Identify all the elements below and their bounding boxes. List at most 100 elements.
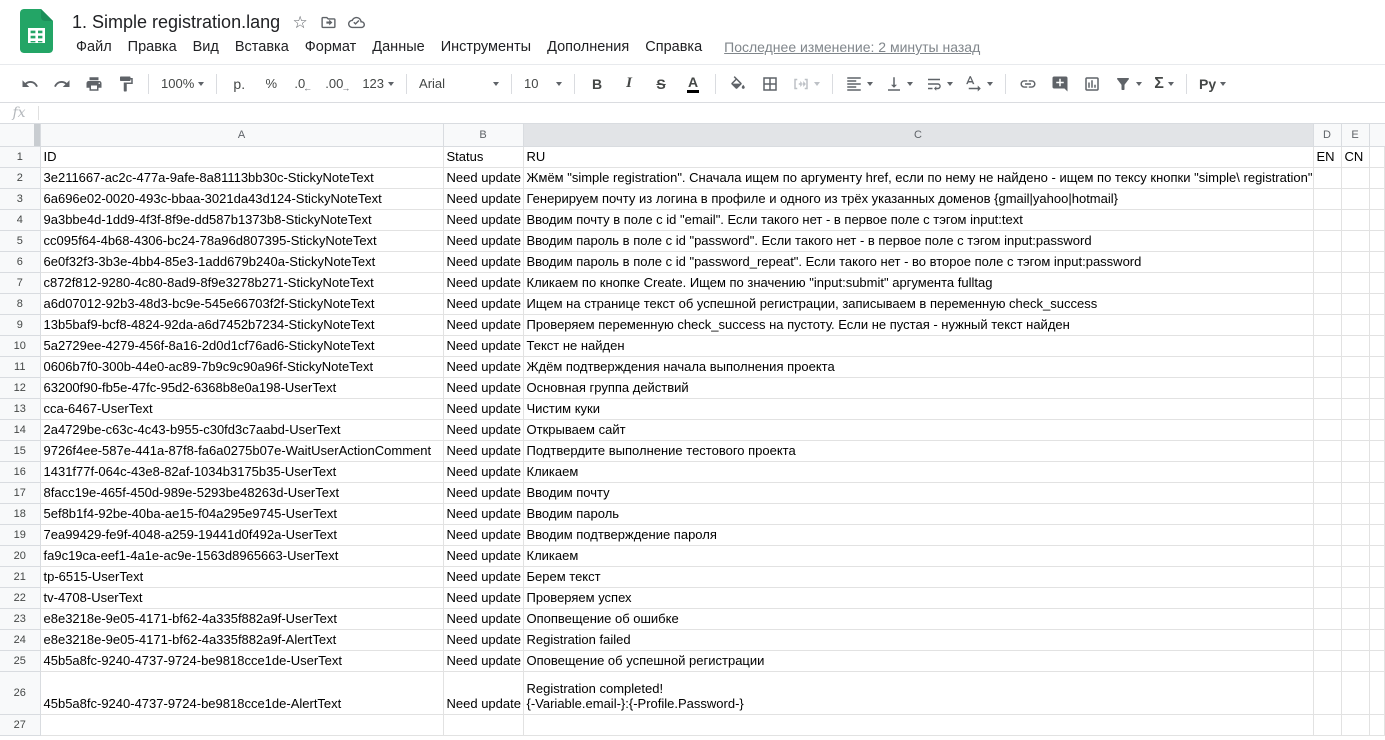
cell-B22[interactable]: Need update <box>443 587 523 608</box>
cell-F15[interactable] <box>1369 440 1385 461</box>
cell-B1[interactable]: Status <box>443 146 523 167</box>
cell-E16[interactable] <box>1341 461 1369 482</box>
cell-A7[interactable]: c872f812-9280-4c80-8ad9-8f9e3278b271-Sti… <box>40 272 443 293</box>
row-header-4[interactable]: 4 <box>0 209 40 230</box>
cell-A23[interactable]: e8e3218e-9e05-4171-bf62-4a335f882a9f-Use… <box>40 608 443 629</box>
sheets-logo-icon[interactable] <box>20 9 53 53</box>
cloud-saved-icon[interactable] <box>344 10 368 34</box>
cell-D17[interactable] <box>1313 482 1341 503</box>
cell-E21[interactable] <box>1341 566 1369 587</box>
cell-F16[interactable] <box>1369 461 1385 482</box>
cell-C27[interactable] <box>523 714 1313 735</box>
cell-C25[interactable]: Оповещение об успешной регистрации <box>523 650 1313 671</box>
column-header-C[interactable]: C <box>523 124 1313 146</box>
format-percent-button[interactable]: % <box>258 71 284 97</box>
decrease-decimal-button[interactable]: .0← <box>290 71 316 97</box>
insert-chart-button[interactable] <box>1079 71 1105 97</box>
horizontal-align-button[interactable] <box>842 71 876 97</box>
cell-A27[interactable] <box>40 714 443 735</box>
cell-F13[interactable] <box>1369 398 1385 419</box>
row-header-24[interactable]: 24 <box>0 629 40 650</box>
cell-F8[interactable] <box>1369 293 1385 314</box>
cell-A20[interactable]: fa9c19ca-eef1-4a1e-ac9e-1563d8965663-Use… <box>40 545 443 566</box>
cell-C2[interactable]: Жмём "simple registration". Сначала ищем… <box>523 167 1313 188</box>
cell-D10[interactable] <box>1313 335 1341 356</box>
font-family-select[interactable]: Arial <box>416 71 502 97</box>
cell-F23[interactable] <box>1369 608 1385 629</box>
strikethrough-button[interactable]: S <box>648 71 674 97</box>
more-formats-button[interactable]: 123 <box>359 71 397 97</box>
menu-item-Вставка[interactable]: Вставка <box>227 36 297 58</box>
bold-button[interactable]: B <box>584 71 610 97</box>
cell-A11[interactable]: 0606b7f0-300b-44e0-ac89-7b9c9c90a96f-Sti… <box>40 356 443 377</box>
last-edited-link[interactable]: Последнее изменение: 2 минуты назад <box>724 39 980 55</box>
cell-B27[interactable] <box>443 714 523 735</box>
formula-input[interactable] <box>39 103 1385 123</box>
row-header-18[interactable]: 18 <box>0 503 40 524</box>
cell-D19[interactable] <box>1313 524 1341 545</box>
cell-C13[interactable]: Чистим куки <box>523 398 1313 419</box>
cell-E23[interactable] <box>1341 608 1369 629</box>
column-header-B[interactable]: B <box>443 124 523 146</box>
cell-F17[interactable] <box>1369 482 1385 503</box>
select-all-corner[interactable] <box>0 124 40 146</box>
vertical-align-button[interactable] <box>882 71 916 97</box>
menu-item-Формат[interactable]: Формат <box>297 36 365 58</box>
input-tools-button[interactable]: Ру <box>1196 71 1229 97</box>
cell-F20[interactable] <box>1369 545 1385 566</box>
zoom-select[interactable]: 100% <box>158 71 207 97</box>
fill-color-button[interactable] <box>725 71 751 97</box>
cell-C14[interactable]: Открываем сайт <box>523 419 1313 440</box>
menu-item-Дополнения[interactable]: Дополнения <box>539 36 637 58</box>
cell-C7[interactable]: Кликаем по кнопке Create. Ищем по значен… <box>523 272 1313 293</box>
cell-B10[interactable]: Need update <box>443 335 523 356</box>
cell-C26[interactable]: Registration completed! {-Variable.email… <box>523 671 1313 714</box>
cell-F7[interactable] <box>1369 272 1385 293</box>
row-header-22[interactable]: 22 <box>0 587 40 608</box>
cell-F4[interactable] <box>1369 209 1385 230</box>
cell-F10[interactable] <box>1369 335 1385 356</box>
cell-F5[interactable] <box>1369 230 1385 251</box>
insert-link-button[interactable] <box>1015 71 1041 97</box>
cell-A24[interactable]: e8e3218e-9e05-4171-bf62-4a335f882a9f-Ale… <box>40 629 443 650</box>
cell-A18[interactable]: 5ef8b1f4-92be-40ba-ae15-f04a295e9745-Use… <box>40 503 443 524</box>
paint-format-button[interactable] <box>113 71 139 97</box>
cell-B2[interactable]: Need update <box>443 167 523 188</box>
cell-E8[interactable] <box>1341 293 1369 314</box>
cell-F11[interactable] <box>1369 356 1385 377</box>
cell-E18[interactable] <box>1341 503 1369 524</box>
cell-E19[interactable] <box>1341 524 1369 545</box>
cell-F25[interactable] <box>1369 650 1385 671</box>
cell-E1[interactable]: CN <box>1341 146 1369 167</box>
cell-D22[interactable] <box>1313 587 1341 608</box>
cell-B3[interactable]: Need update <box>443 188 523 209</box>
redo-button[interactable] <box>49 71 75 97</box>
cell-E25[interactable] <box>1341 650 1369 671</box>
cell-C10[interactable]: Текст не найден <box>523 335 1313 356</box>
cell-C18[interactable]: Вводим пароль <box>523 503 1313 524</box>
cell-C22[interactable]: Проверяем успех <box>523 587 1313 608</box>
format-currency-button[interactable]: р. <box>226 71 252 97</box>
text-color-button[interactable]: A <box>680 71 706 97</box>
cell-E4[interactable] <box>1341 209 1369 230</box>
cell-C12[interactable]: Основная группа действий <box>523 377 1313 398</box>
menu-item-Вид[interactable]: Вид <box>185 36 227 58</box>
print-button[interactable] <box>81 71 107 97</box>
column-header-E[interactable]: E <box>1341 124 1369 146</box>
cell-D27[interactable] <box>1313 714 1341 735</box>
cell-B19[interactable]: Need update <box>443 524 523 545</box>
cell-D12[interactable] <box>1313 377 1341 398</box>
cell-C23[interactable]: Опопвещение об ошибке <box>523 608 1313 629</box>
cell-D15[interactable] <box>1313 440 1341 461</box>
cell-C8[interactable]: Ищем на странице текст об успешной регис… <box>523 293 1313 314</box>
cell-A12[interactable]: 63200f90-fb5e-47fc-95d2-6368b8e0a198-Use… <box>40 377 443 398</box>
cell-A16[interactable]: 1431f77f-064c-43e8-82af-1034b3175b35-Use… <box>40 461 443 482</box>
document-title[interactable]: 1. Simple registration.lang <box>68 12 284 33</box>
cell-C11[interactable]: Ждём подтверждения начала выполнения про… <box>523 356 1313 377</box>
cell-E12[interactable] <box>1341 377 1369 398</box>
cell-E14[interactable] <box>1341 419 1369 440</box>
cell-A2[interactable]: 3e211667-ac2c-477a-9afe-8a81113bb30c-Sti… <box>40 167 443 188</box>
cell-A9[interactable]: 13b5baf9-bcf8-4824-92da-a6d7452b7234-Sti… <box>40 314 443 335</box>
row-header-15[interactable]: 15 <box>0 440 40 461</box>
cell-E7[interactable] <box>1341 272 1369 293</box>
